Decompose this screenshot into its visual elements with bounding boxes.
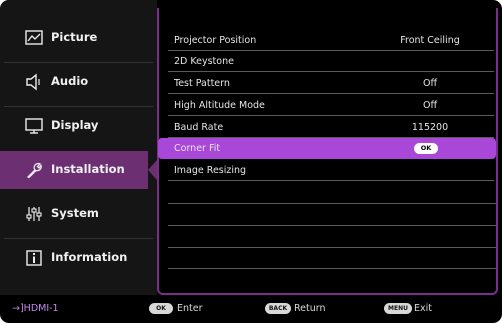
row-label: Baud Rate bbox=[174, 122, 224, 133]
wrench-icon bbox=[24, 160, 44, 180]
sidebar-item-label: System bbox=[51, 206, 99, 220]
exit-hint: Exit bbox=[414, 303, 432, 314]
row-value: Off bbox=[422, 78, 438, 89]
display-monitor-icon bbox=[24, 116, 44, 136]
menu-row-baud-rate[interactable]: Baud Rate 115200 bbox=[158, 117, 496, 138]
row-label: High Altitude Mode bbox=[174, 100, 265, 111]
menu-row-corner-fit[interactable]: Corner Fit OK bbox=[158, 138, 496, 159]
empty-row-divider bbox=[168, 268, 496, 269]
sidebar-item-audio[interactable]: Audio bbox=[0, 63, 157, 101]
ok-key-badge: OK bbox=[149, 303, 173, 314]
sidebar-item-label: Installation bbox=[51, 162, 125, 176]
sliders-icon bbox=[24, 204, 44, 224]
row-value: 115200 bbox=[411, 122, 449, 133]
empty-row-divider bbox=[168, 247, 496, 248]
footer-bar: →]HDMI-1 OK Enter BACK Return MENU Exit bbox=[0, 295, 502, 323]
row-value: Front Ceiling bbox=[400, 35, 460, 46]
row-label: 2D Keystone bbox=[174, 56, 234, 67]
empty-row-divider bbox=[168, 225, 496, 226]
row-label: Image Resizing bbox=[174, 165, 247, 176]
row-value: Off bbox=[422, 100, 438, 111]
input-source-label: HDMI-1 bbox=[23, 303, 59, 314]
sidebar-item-label: Information bbox=[51, 250, 128, 264]
row-label: Corner Fit bbox=[174, 143, 221, 154]
sidebar-item-picture[interactable]: Picture bbox=[0, 19, 157, 57]
sidebar-item-label: Audio bbox=[51, 74, 89, 88]
return-hint: Return bbox=[294, 303, 326, 314]
info-icon bbox=[24, 248, 44, 268]
ok-button[interactable]: OK bbox=[414, 143, 438, 154]
row-label: Projector Position bbox=[174, 35, 257, 46]
input-source-indicator: →]HDMI-1 bbox=[12, 303, 59, 314]
divider bbox=[168, 93, 494, 94]
divider bbox=[168, 71, 494, 72]
menu-row-test-pattern[interactable]: Test Pattern Off bbox=[158, 73, 496, 94]
picture-monitor-icon bbox=[24, 28, 44, 48]
sidebar-item-label: Display bbox=[51, 118, 99, 132]
menu-key-badge: MENU bbox=[384, 303, 412, 314]
active-indicator-arrow bbox=[148, 160, 157, 180]
menu-row-high-altitude-mode[interactable]: High Altitude Mode Off bbox=[158, 95, 496, 116]
divider bbox=[168, 180, 494, 181]
row-label: Test Pattern bbox=[174, 78, 230, 89]
empty-row-divider bbox=[168, 203, 496, 204]
speaker-icon bbox=[24, 72, 44, 92]
menu-row-image-resizing[interactable]: Image Resizing bbox=[158, 160, 496, 181]
back-key-badge: BACK bbox=[265, 303, 291, 314]
enter-hint: Enter bbox=[177, 303, 203, 314]
sidebar-item-information[interactable]: Information bbox=[0, 239, 157, 277]
input-arrow-icon: →] bbox=[12, 303, 24, 314]
sidebar-item-installation[interactable]: Installation bbox=[0, 151, 157, 189]
menu-row-2d-keystone[interactable]: 2D Keystone bbox=[158, 51, 496, 72]
sidebar-item-label: Picture bbox=[51, 30, 98, 44]
osd-menu-window: Picture Audio Display Installation Syste… bbox=[0, 0, 502, 323]
sidebar: Picture Audio Display Installation Syste… bbox=[0, 0, 157, 295]
divider bbox=[168, 115, 494, 116]
menu-row-projector-position[interactable]: Projector Position Front Ceiling bbox=[158, 30, 496, 51]
sidebar-item-system[interactable]: System bbox=[0, 195, 157, 233]
sidebar-item-display[interactable]: Display bbox=[0, 107, 157, 145]
